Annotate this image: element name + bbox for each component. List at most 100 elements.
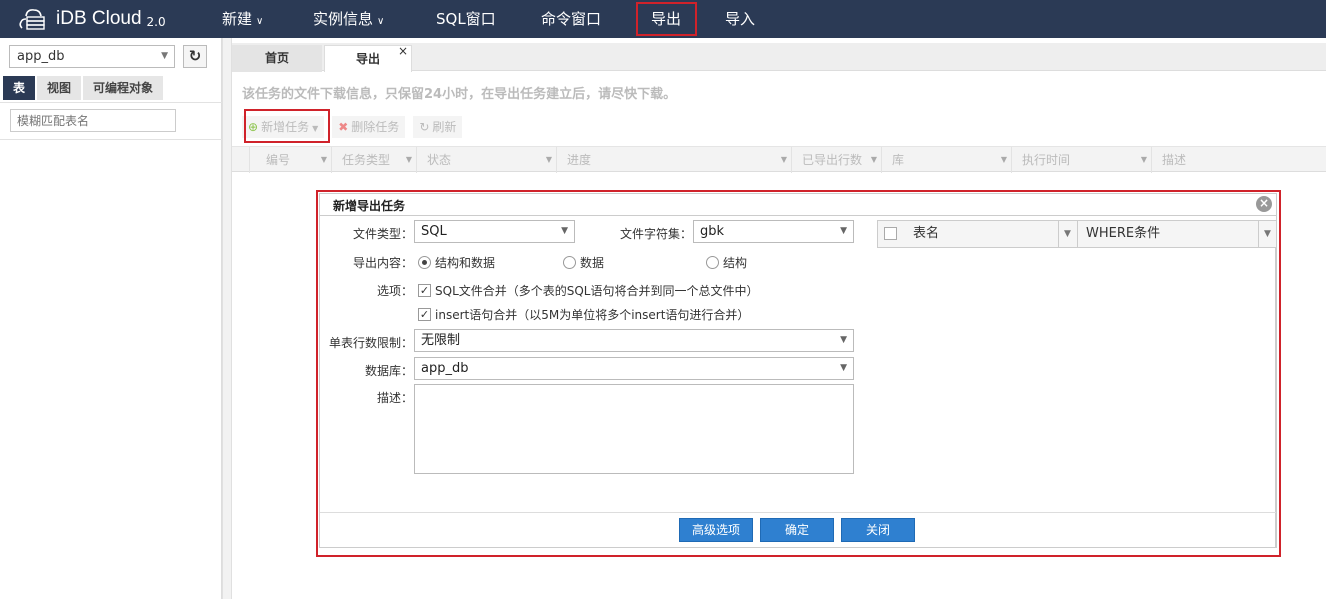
tab-home-label: 首页: [264, 51, 289, 65]
sidebar-splitter[interactable]: [222, 38, 232, 599]
app-version: 2.0: [146, 14, 166, 29]
nav-sql-window-label: SQL窗口: [436, 10, 496, 28]
grid-col-id[interactable]: 编号 ▼: [250, 147, 332, 173]
insert-merge-checkbox[interactable]: ✓ insert语句合并（以5M为单位将多个insert语句进行合并）: [418, 306, 749, 323]
table-filter-input[interactable]: [10, 109, 176, 132]
caret-down-icon: ▼: [840, 335, 847, 345]
nav-command-window-label: 命令窗口: [541, 10, 602, 28]
file-type-select[interactable]: SQL ▼: [414, 220, 575, 243]
nav-import[interactable]: 导入: [725, 0, 755, 38]
grid-col-label: 描述: [1162, 153, 1187, 167]
caret-down-icon: ▼: [870, 155, 877, 164]
divider: [0, 102, 222, 103]
task-grid-header: 编号 ▼ 任务类型 ▼ 状态 ▼ 进度 ▼ 已导出行数 ▼ 库 ▼ 执行时间 ▼ 描述: [232, 146, 1326, 173]
caret-down-icon: ▼: [1140, 155, 1147, 164]
divider: [1258, 221, 1259, 247]
database-select[interactable]: app_db ▼: [9, 45, 175, 68]
grid-col-task-type[interactable]: 任务类型 ▼: [332, 147, 417, 173]
grid-col-label: 进度: [567, 153, 592, 167]
cloud-database-icon: [19, 9, 45, 30]
close-button[interactable]: 关闭: [841, 518, 915, 542]
delete-x-icon: ✖: [338, 120, 349, 134]
nav-sql-window[interactable]: SQL窗口: [436, 0, 496, 38]
caret-down-icon[interactable]: ▼: [1064, 221, 1071, 247]
refresh-icon: ↻: [419, 120, 430, 134]
delete-task-button[interactable]: ✖ 删除任务: [332, 116, 406, 138]
caret-down-icon: ▼: [561, 226, 568, 236]
advanced-options-button[interactable]: 高级选项: [679, 518, 753, 542]
new-export-task-dialog: 新增导出任务 × 文件类型： SQL ▼ 文件字符集： gbk ▼ 导出内容： 结构…: [319, 193, 1277, 548]
chevron-down-icon: ∨: [256, 16, 264, 27]
nav-new[interactable]: 新建 ∨: [222, 0, 263, 38]
checkmark-icon: ✓: [418, 284, 431, 297]
caret-down-icon: ▼: [1000, 155, 1007, 164]
radio-data-only[interactable]: 数据: [563, 254, 604, 271]
dialog-title-bar[interactable]: 新增导出任务 ×: [320, 194, 1276, 216]
new-task-highlight: [244, 109, 330, 143]
caret-down-icon: ▼: [320, 155, 327, 164]
close-icon[interactable]: ×: [1256, 196, 1272, 212]
where-condition-col: WHERE条件: [1086, 226, 1161, 241]
row-limit-select[interactable]: 无限制 ▼: [414, 329, 854, 352]
refresh-label: 刷新: [432, 120, 457, 134]
tab-export[interactable]: 导出 ×: [324, 44, 412, 72]
database-label: 数据库：: [364, 364, 413, 378]
select-all-checkbox[interactable]: [884, 227, 901, 240]
radio-label: 结构: [723, 256, 748, 270]
sidebar-tabs: 表 视图 可编程对象: [3, 76, 165, 100]
radio-dot: [418, 256, 431, 269]
refresh-button[interactable]: ↻: [183, 45, 207, 68]
app-logo[interactable]: iDB Cloud 2.0: [18, 6, 166, 32]
charset-select[interactable]: gbk ▼: [693, 220, 854, 243]
sidebar-tab-programmable[interactable]: 可编程对象: [83, 76, 164, 100]
sidebar: app_db ▼ ↻ 表 视图 可编程对象: [0, 38, 222, 599]
caret-down-icon: ▼: [780, 155, 787, 164]
grid-col-label: 已导出行数: [802, 153, 863, 167]
caret-down-icon[interactable]: ▼: [1264, 221, 1271, 247]
sql-merge-checkbox[interactable]: ✓ SQL文件合并（多个表的SQL语句将合并到同一个总文件中）: [418, 282, 759, 299]
table-name-col: 表名: [913, 226, 940, 241]
grid-col-label: 库: [892, 153, 905, 167]
caret-down-icon: ▼: [840, 363, 847, 373]
divider: [1275, 248, 1276, 548]
grid-col-progress[interactable]: 进度 ▼: [557, 147, 792, 173]
grid-col-label: 状态: [427, 153, 452, 167]
grid-col-status[interactable]: 状态 ▼: [417, 147, 557, 173]
database-field-select[interactable]: app_db ▼: [414, 357, 854, 380]
checkbox-box: [884, 227, 897, 240]
confirm-button[interactable]: 确定: [760, 518, 834, 542]
insert-merge-label: insert语句合并（以5M为单位将多个insert语句进行合并）: [435, 308, 750, 322]
radio-structure-only[interactable]: 结构: [706, 254, 747, 271]
divider: [1077, 221, 1078, 247]
grid-col-database[interactable]: 库 ▼: [882, 147, 1012, 173]
grid-col-exec-time[interactable]: 执行时间 ▼: [1012, 147, 1152, 173]
caret-down-icon: ▼: [840, 226, 847, 236]
caret-down-icon: ▼: [161, 51, 168, 61]
options-label: 选项：: [376, 284, 413, 298]
delete-task-label: 删除任务: [351, 120, 400, 134]
refresh-task-button[interactable]: ↻ 刷新: [413, 116, 463, 138]
grid-col-label: 执行时间: [1022, 153, 1071, 167]
description-textarea[interactable]: [414, 384, 854, 474]
nav-instance-info-label: 实例信息: [313, 10, 374, 28]
table-list-header: 表名 ▼ WHERE条件 ▼: [877, 220, 1277, 248]
nav-command-window[interactable]: 命令窗口: [541, 0, 601, 38]
nav-instance-info[interactable]: 实例信息 ∨: [313, 0, 384, 38]
grid-row-number-col: [232, 147, 250, 173]
database-field-value: app_db: [421, 361, 469, 376]
database-select-value: app_db: [17, 49, 65, 64]
description-label: 描述：: [376, 391, 413, 405]
sidebar-tab-tables[interactable]: 表: [3, 76, 36, 100]
refresh-icon: ↻: [188, 47, 202, 65]
divider: [1058, 221, 1059, 247]
close-tab-icon[interactable]: ×: [398, 38, 408, 65]
radio-structure-and-data[interactable]: 结构和数据: [418, 254, 495, 271]
grid-col-description[interactable]: 描述: [1152, 147, 1326, 173]
tab-home[interactable]: 首页: [232, 45, 322, 72]
charset-value: gbk: [700, 224, 725, 239]
export-content-label: 导出内容：: [352, 256, 413, 270]
dialog-footer-divider: [320, 512, 1276, 513]
charset-label: 文件字符集：: [619, 227, 692, 241]
grid-col-exported-rows[interactable]: 已导出行数 ▼: [792, 147, 882, 173]
sidebar-tab-views[interactable]: 视图: [37, 76, 82, 100]
